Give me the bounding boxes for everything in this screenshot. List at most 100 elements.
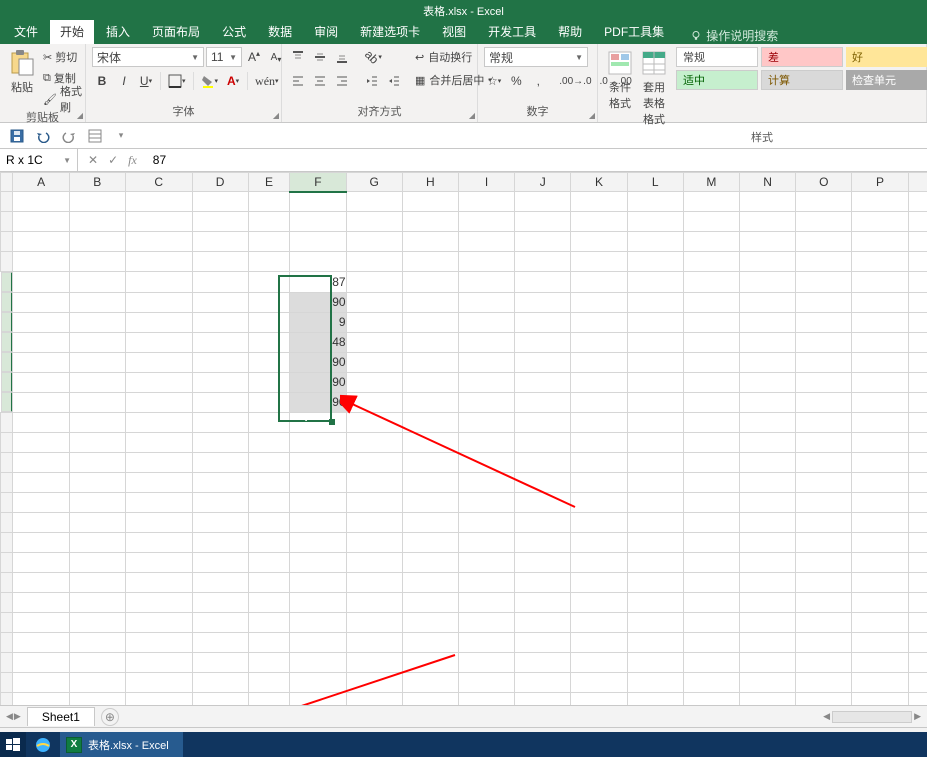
cell[interactable] bbox=[739, 372, 795, 392]
cell[interactable] bbox=[125, 673, 192, 693]
cell[interactable] bbox=[458, 473, 514, 493]
cell[interactable] bbox=[627, 352, 683, 372]
cell[interactable] bbox=[908, 212, 927, 232]
column-header-K[interactable]: K bbox=[571, 173, 627, 192]
cell[interactable] bbox=[248, 613, 290, 633]
cell[interactable] bbox=[346, 292, 402, 312]
cell[interactable] bbox=[571, 413, 627, 433]
cell[interactable] bbox=[125, 473, 192, 493]
cell[interactable] bbox=[627, 292, 683, 312]
increase-decimal-button[interactable]: .00→.0 bbox=[556, 71, 594, 91]
cell[interactable] bbox=[192, 693, 248, 706]
decrease-indent-button[interactable] bbox=[362, 71, 382, 91]
increase-indent-button[interactable] bbox=[384, 71, 404, 91]
cell[interactable] bbox=[248, 372, 290, 392]
cell[interactable] bbox=[796, 573, 852, 593]
font-color-button[interactable]: A▾ bbox=[223, 71, 243, 91]
cell[interactable] bbox=[192, 673, 248, 693]
cell[interactable] bbox=[13, 693, 69, 706]
formula-input[interactable]: 87 bbox=[147, 149, 927, 171]
cell[interactable] bbox=[125, 332, 192, 352]
column-header-O[interactable]: O bbox=[796, 173, 852, 192]
cell[interactable] bbox=[627, 533, 683, 553]
cell[interactable] bbox=[290, 473, 346, 493]
cell[interactable] bbox=[69, 433, 125, 453]
cell[interactable] bbox=[125, 693, 192, 706]
row-header[interactable] bbox=[1, 453, 13, 473]
cell[interactable] bbox=[739, 232, 795, 252]
cell[interactable] bbox=[69, 513, 125, 533]
cell[interactable] bbox=[290, 493, 346, 513]
cell[interactable] bbox=[13, 493, 69, 513]
cell[interactable] bbox=[69, 413, 125, 433]
cell[interactable] bbox=[248, 513, 290, 533]
cell[interactable] bbox=[402, 553, 458, 573]
cell[interactable] bbox=[852, 493, 908, 513]
cell[interactable] bbox=[290, 593, 346, 613]
cell[interactable] bbox=[13, 673, 69, 693]
align-bottom-button[interactable] bbox=[332, 47, 352, 67]
cell[interactable] bbox=[627, 433, 683, 453]
cell[interactable] bbox=[908, 332, 927, 352]
column-header-H[interactable]: H bbox=[402, 173, 458, 192]
font-size-select[interactable]: 11▼ bbox=[206, 47, 242, 67]
cell[interactable] bbox=[571, 473, 627, 493]
row-header[interactable] bbox=[1, 352, 13, 372]
cell[interactable] bbox=[125, 593, 192, 613]
cell[interactable] bbox=[458, 573, 514, 593]
dialog-launcher-icon[interactable]: ◢ bbox=[273, 111, 279, 120]
cell[interactable] bbox=[683, 352, 739, 372]
ribbon-tab-帮助[interactable]: 帮助 bbox=[548, 20, 592, 44]
cell[interactable] bbox=[13, 312, 69, 332]
cell[interactable] bbox=[627, 673, 683, 693]
cell[interactable] bbox=[627, 212, 683, 232]
cell[interactable] bbox=[796, 473, 852, 493]
cell[interactable] bbox=[13, 473, 69, 493]
cell[interactable] bbox=[13, 653, 69, 673]
scrollbar-track[interactable] bbox=[832, 711, 912, 723]
ribbon-tab-审阅[interactable]: 审阅 bbox=[304, 20, 348, 44]
cell[interactable] bbox=[908, 553, 927, 573]
horizontal-scrollbar[interactable]: ◀ ▶ bbox=[823, 711, 927, 723]
column-header-M[interactable]: M bbox=[683, 173, 739, 192]
cell[interactable] bbox=[683, 372, 739, 392]
cell[interactable] bbox=[125, 392, 192, 413]
cell[interactable] bbox=[683, 332, 739, 352]
cell[interactable] bbox=[571, 553, 627, 573]
select-all-corner[interactable] bbox=[1, 173, 13, 192]
cell[interactable] bbox=[125, 413, 192, 433]
cell[interactable] bbox=[248, 352, 290, 372]
cell[interactable] bbox=[192, 392, 248, 413]
cell[interactable] bbox=[13, 433, 69, 453]
cell[interactable] bbox=[683, 693, 739, 706]
cell-style-good[interactable]: 好 bbox=[846, 47, 927, 67]
cell[interactable] bbox=[571, 272, 627, 293]
row-header[interactable] bbox=[1, 433, 13, 453]
cell[interactable] bbox=[515, 352, 571, 372]
redo-button[interactable] bbox=[60, 127, 78, 145]
cell[interactable] bbox=[852, 693, 908, 706]
row-header[interactable] bbox=[1, 533, 13, 553]
cell[interactable] bbox=[192, 352, 248, 372]
taskbar-ie-button[interactable] bbox=[28, 732, 58, 757]
cell[interactable] bbox=[908, 232, 927, 252]
cell[interactable] bbox=[908, 413, 927, 433]
bold-button[interactable]: B bbox=[92, 71, 112, 91]
cell[interactable] bbox=[515, 673, 571, 693]
cell[interactable] bbox=[402, 513, 458, 533]
cancel-formula-button[interactable]: ✕ bbox=[88, 153, 98, 167]
cell[interactable] bbox=[346, 232, 402, 252]
cell[interactable] bbox=[852, 413, 908, 433]
cell[interactable] bbox=[125, 212, 192, 232]
cell[interactable] bbox=[739, 252, 795, 272]
cell[interactable] bbox=[908, 453, 927, 473]
cell[interactable] bbox=[627, 513, 683, 533]
cell[interactable] bbox=[796, 292, 852, 312]
cell[interactable] bbox=[13, 292, 69, 312]
cell[interactable] bbox=[402, 272, 458, 293]
cell[interactable] bbox=[852, 192, 908, 212]
cut-button[interactable]: ✂ 剪切 bbox=[40, 47, 92, 67]
enter-formula-button[interactable]: ✓ bbox=[108, 153, 118, 167]
cell[interactable] bbox=[402, 332, 458, 352]
cell[interactable] bbox=[346, 453, 402, 473]
